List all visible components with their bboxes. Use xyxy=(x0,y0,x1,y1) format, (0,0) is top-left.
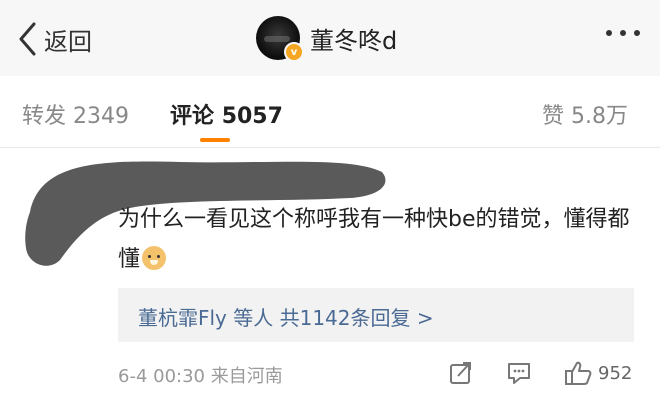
comment-icon[interactable] xyxy=(506,360,532,386)
back-label: 返回 xyxy=(44,27,92,56)
comment-meta: 6-4 00:30 来自河南 xyxy=(118,362,283,388)
comment-footer: 6-4 00:30 来自河南 952 xyxy=(118,360,638,388)
comment-body: 为什么一看见这个称呼我有一种快be的错觉，懂得都懂 xyxy=(118,200,638,280)
like-count: 952 xyxy=(598,363,633,384)
tab-likes[interactable]: 赞 5.8万 xyxy=(542,98,628,130)
tab-reposts[interactable]: 转发 2349 xyxy=(22,98,129,130)
more-options-icon[interactable] xyxy=(606,30,640,36)
dot xyxy=(606,30,612,36)
comment-source: 来自河南 xyxy=(210,366,283,387)
active-tab-indicator xyxy=(200,138,230,142)
tab-count: 2349 xyxy=(73,104,130,129)
divider xyxy=(0,147,660,148)
tab-comments[interactable]: 评论 5057 xyxy=(170,98,283,130)
top-navigation-bar: 返回 v 董冬咚d xyxy=(0,0,660,76)
avatar[interactable]: v xyxy=(256,16,304,62)
thumbs-up-icon[interactable] xyxy=(564,360,592,386)
user-name[interactable]: 董冬咚d xyxy=(310,21,397,56)
verified-badge-icon: v xyxy=(284,42,304,62)
back-button[interactable]: 返回 xyxy=(18,20,92,58)
tab-bar: 转发 2349 评论 5057 赞 5.8万 xyxy=(0,76,660,148)
replies-preview[interactable]: 董杭霏Fly 等人 共1142条回复 > xyxy=(118,288,634,342)
comment-timestamp: 6-4 00:30 xyxy=(118,366,205,387)
tab-count: 5.8万 xyxy=(571,104,629,129)
tab-label: 评论 xyxy=(170,104,215,129)
tab-label: 赞 xyxy=(542,104,565,129)
dot xyxy=(620,30,626,36)
dot xyxy=(634,30,640,36)
tab-label: 转发 xyxy=(22,104,67,129)
share-icon[interactable] xyxy=(448,360,474,386)
comment-text: 为什么一看见这个称呼我有一种快be的错觉，懂得都懂 xyxy=(118,207,630,272)
profile-header[interactable]: v 董冬咚d xyxy=(256,16,397,62)
doge-emoji-icon xyxy=(142,246,167,270)
chevron-left-icon xyxy=(19,22,36,56)
tab-count: 5057 xyxy=(221,104,283,129)
replies-link[interactable]: 董杭霏Fly 等人 共1142条回复 > xyxy=(138,302,434,331)
